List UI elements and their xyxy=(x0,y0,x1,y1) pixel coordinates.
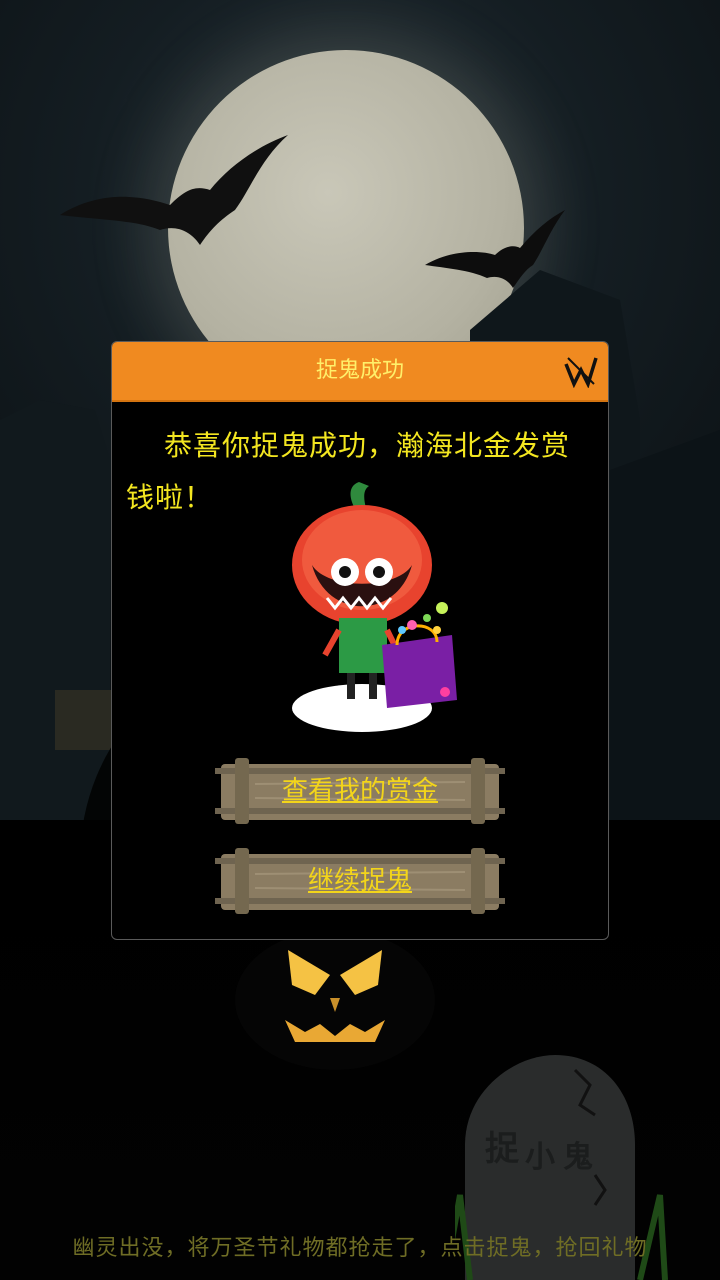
svg-text:鬼: 鬼 xyxy=(563,1140,593,1175)
continue-catching-button[interactable]: 继续捉鬼 xyxy=(215,844,505,918)
jack-o-lantern-icon xyxy=(235,930,435,1070)
svg-text:小: 小 xyxy=(525,1140,555,1175)
svg-text:捉: 捉 xyxy=(485,1129,520,1169)
dialog-title: 捉鬼成功 xyxy=(315,358,404,383)
continue-catching-label: 继续捉鬼 xyxy=(307,866,412,896)
bat-icon xyxy=(425,210,565,288)
catch-success-dialog: 捉鬼成功 恭喜你捉鬼成功，瀚海北金发赏钱啦！ 查看我的赏金 继续捉鬼 xyxy=(111,341,609,940)
footer-hint: 幽灵出没，将万圣节礼物都抢走了，点击捉鬼，抢回礼物 xyxy=(72,1236,648,1261)
bat-icon xyxy=(60,135,288,245)
view-bounty-button[interactable]: 查看我的赏金 xyxy=(215,754,505,828)
view-bounty-label: 查看我的赏金 xyxy=(281,776,438,806)
close-icon[interactable] xyxy=(564,354,598,389)
dialog-header: 捉鬼成功 xyxy=(112,342,608,402)
pumpkin-character-illustration xyxy=(292,482,457,732)
